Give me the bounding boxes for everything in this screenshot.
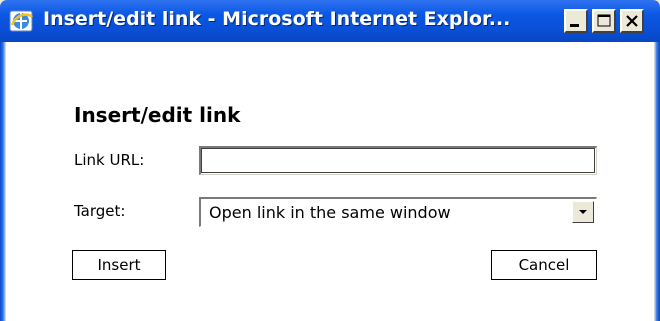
chevron-down-icon (579, 210, 587, 214)
maximize-icon (597, 14, 611, 27)
close-button[interactable] (620, 9, 644, 33)
dialog-body (8, 56, 652, 321)
window-title: Insert/edit link - Microsoft Internet Ex… (43, 8, 511, 30)
link-url-input[interactable] (199, 146, 597, 175)
window-frame-right (654, 42, 660, 321)
ie-icon (9, 9, 35, 33)
dialog-heading: Insert/edit link (74, 103, 241, 127)
title-bar[interactable]: Insert/edit link - Microsoft Internet Ex… (0, 0, 660, 42)
maximize-button[interactable] (592, 9, 616, 33)
dropdown-arrow-button[interactable] (572, 201, 594, 223)
target-label: Target: (74, 202, 126, 220)
target-select[interactable]: Open link in the same window (199, 197, 597, 227)
target-selected-value: Open link in the same window (209, 203, 451, 222)
minimize-button[interactable] (564, 9, 588, 33)
close-icon (626, 15, 638, 27)
dialog-window: Insert/edit link - Microsoft Internet Ex… (0, 0, 660, 321)
link-url-label: Link URL: (74, 151, 145, 169)
cancel-button[interactable]: Cancel (491, 250, 597, 280)
insert-button[interactable]: Insert (72, 250, 166, 280)
minimize-icon (570, 24, 579, 27)
